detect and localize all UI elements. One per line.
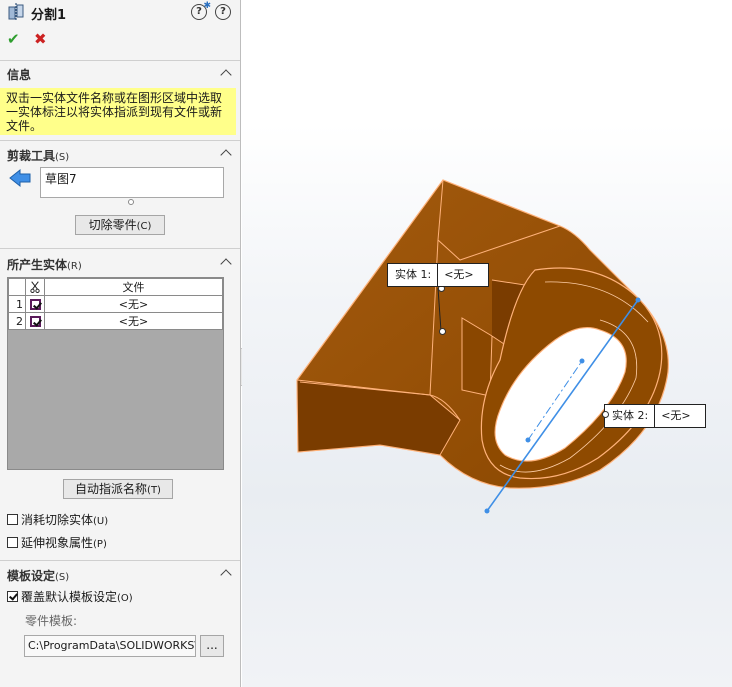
body-checkbox[interactable] <box>29 316 41 327</box>
info-message: 双击一实体文件名称或在图形区域中选取一实体标注以将实体指派到现有文件或新文件。 <box>0 88 236 135</box>
trim-tool-selection-box[interactable]: 草图7 <box>40 167 224 198</box>
override-template-label: 覆盖默认模板设定 <box>21 590 118 604</box>
propagate-visual-properties-checkbox[interactable] <box>7 537 18 548</box>
help-icon[interactable]: ? <box>215 4 231 20</box>
feature-title: 分割1 <box>31 8 67 23</box>
row-index: 2 <box>8 312 26 330</box>
table-header-row: 文件 <box>8 278 223 296</box>
body-1-value[interactable]: <无> <box>438 264 479 286</box>
cut-part-button[interactable]: 切除零件(C) <box>75 215 165 235</box>
sketch-point[interactable] <box>635 297 641 303</box>
auto-assign-shortcut: (T) <box>147 485 161 496</box>
row-index: 1 <box>8 295 26 313</box>
body-1-callout[interactable]: 实体 1: <无> <box>387 263 489 287</box>
part-model[interactable] <box>242 0 732 687</box>
trim-tools-title-text: 剪裁工具 <box>7 149 56 163</box>
divider <box>0 248 240 249</box>
resulting-bodies-shortcut: (R) <box>67 261 82 272</box>
trim-tools-shortcut: (S) <box>55 152 70 163</box>
override-template-checkbox[interactable] <box>7 591 18 602</box>
divider <box>0 60 240 61</box>
override-template-option[interactable]: 覆盖默认模板设定(O) <box>7 588 133 605</box>
collapse-info-chevron-icon[interactable] <box>220 69 232 81</box>
info-section-title: 信息 <box>7 68 32 82</box>
selection-arrow-icon <box>9 168 31 188</box>
propagate-shortcut: (P) <box>93 539 107 550</box>
divider <box>0 560 240 561</box>
template-settings-section-title: 模板设定(S) <box>7 567 69 584</box>
file-column-header: 文件 <box>44 278 223 296</box>
ok-button[interactable]: ✔ <box>7 30 20 48</box>
split-feature-icon <box>8 3 24 21</box>
consume-cut-bodies-checkbox[interactable] <box>7 514 18 525</box>
sketch-point[interactable] <box>579 358 585 364</box>
resulting-bodies-table: 文件 1 <无> 2 <无> <box>7 277 224 470</box>
cut-part-label: 切除零件 <box>88 218 137 232</box>
propagate-visual-properties-label: 延伸视象属性 <box>21 536 94 550</box>
auto-assign-names-button[interactable]: 自动指派名称(T) <box>63 479 173 499</box>
body-2-value[interactable]: <无> <box>655 405 696 427</box>
part-template-path-field[interactable]: C:\ProgramData\SOLIDWORKS\S <box>24 635 196 657</box>
cut-part-shortcut: (C) <box>136 221 152 232</box>
feature-header: 分割1 ? ✱ ? <box>0 0 240 26</box>
row-file-cell[interactable]: <无> <box>44 295 223 313</box>
body-1-label: 实体 1: <box>388 264 439 286</box>
collapse-resulting-bodies-chevron-icon[interactable] <box>220 258 232 270</box>
body-2-callout[interactable]: 实体 2: <无> <box>604 404 706 428</box>
override-template-shortcut: (O) <box>117 593 133 604</box>
resulting-bodies-title-text: 所产生实体 <box>7 258 68 272</box>
property-manager: 分割1 ? ✱ ? ✔ ✖ 信息 双击一实体文件名称或在图形区域中选取一实体标注以… <box>0 0 241 687</box>
propagate-visual-properties-option[interactable]: 延伸视象属性(P) <box>7 534 107 551</box>
selection-item[interactable]: 草图7 <box>45 172 77 186</box>
sketch-point[interactable] <box>484 508 490 514</box>
template-settings-shortcut: (S) <box>55 572 70 583</box>
auto-assign-label: 自动指派名称 <box>75 482 148 496</box>
part-template-path-text: C:\ProgramData\SOLIDWORKS\S <box>28 639 196 652</box>
consume-cut-bodies-option[interactable]: 消耗切除实体(U) <box>7 511 108 528</box>
info-message-text: 双击一实体文件名称或在图形区域中选取一实体标注以将实体指派到现有文件或新文件。 <box>6 91 223 133</box>
sketch-point[interactable] <box>525 437 531 443</box>
row-checkbox-cell[interactable] <box>25 295 45 313</box>
row-checkbox-cell[interactable] <box>25 312 45 330</box>
row-file-cell[interactable]: <无> <box>44 312 223 330</box>
browse-button[interactable]: ... <box>200 635 224 657</box>
resize-handle[interactable] <box>128 199 134 205</box>
scissors-icon <box>25 278 45 296</box>
table-row[interactable]: 1 <无> <box>8 295 223 313</box>
body-checkbox[interactable] <box>29 299 41 310</box>
trim-tools-section-title: 剪裁工具(S) <box>7 147 69 164</box>
consume-cut-shortcut: (U) <box>93 516 109 527</box>
callout-handle[interactable] <box>602 411 609 418</box>
body-2-label: 实体 2: <box>605 405 656 427</box>
resulting-bodies-section-title: 所产生实体(R) <box>7 256 82 273</box>
table-row[interactable]: 2 <无> <box>8 312 223 330</box>
callout-anchor[interactable] <box>439 328 446 335</box>
collapse-trim-tools-chevron-icon[interactable] <box>220 149 232 161</box>
divider <box>0 140 240 141</box>
template-settings-title-text: 模板设定 <box>7 569 56 583</box>
part-template-label: 零件模板: <box>25 614 78 628</box>
cancel-button[interactable]: ✖ <box>34 30 47 48</box>
consume-cut-bodies-label: 消耗切除实体 <box>21 513 94 527</box>
index-column-header <box>8 278 26 296</box>
collapse-template-settings-chevron-icon[interactable] <box>220 569 232 581</box>
detailed-preview-help-icon[interactable]: ? ✱ <box>191 1 211 20</box>
graphics-area[interactable]: 实体 1: <无> 实体 2: <无> <box>242 0 732 687</box>
